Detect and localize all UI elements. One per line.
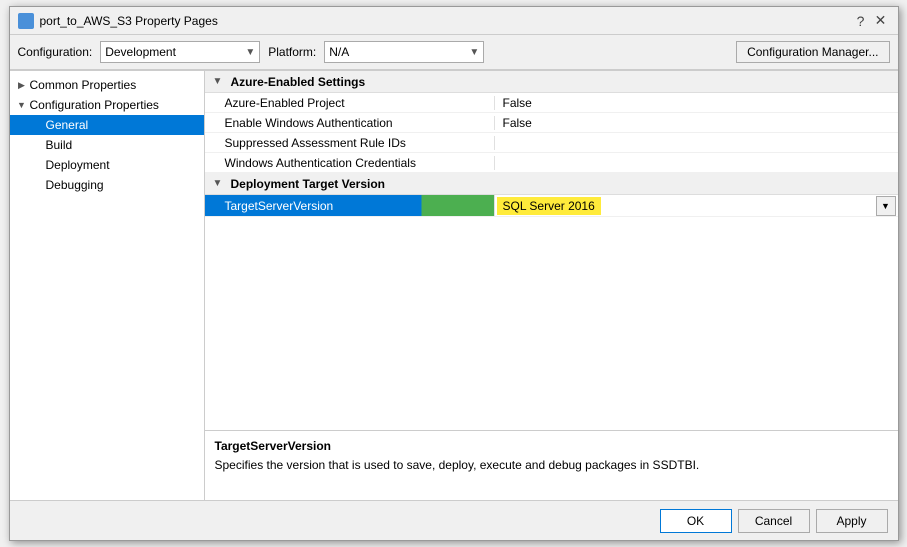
main-content: ▶ Common Properties ▼ Configuration Prop… <box>10 70 898 500</box>
apply-button[interactable]: Apply <box>816 509 888 533</box>
property-name: Suppressed Assessment Rule IDs <box>205 136 495 150</box>
sidebar-item-label: General <box>46 118 200 132</box>
section-expander-icon: ▼ <box>213 178 227 189</box>
target-server-version-label: TargetServerVersion <box>225 199 334 213</box>
sidebar-item-deployment[interactable]: Deployment <box>10 155 204 175</box>
configuration-label: Configuration: <box>18 45 93 59</box>
sidebar-item-label: Common Properties <box>30 78 200 92</box>
sidebar-item-debugging[interactable]: Debugging <box>10 175 204 195</box>
configuration-manager-button[interactable]: Configuration Manager... <box>736 41 889 63</box>
target-version-value-cell: SQL Server 2016 ▼ <box>495 195 898 216</box>
property-row-enable-windows-auth[interactable]: Enable Windows Authentication False <box>205 113 898 133</box>
section-expander-icon: ▼ <box>213 76 227 87</box>
property-value: False <box>495 96 898 110</box>
sidebar-item-general[interactable]: General <box>10 115 204 135</box>
configuration-select[interactable]: Development ▼ <box>100 41 260 63</box>
properties-area: ▼ Azure-Enabled Settings Azure-Enabled P… <box>205 71 898 430</box>
property-name: Enable Windows Authentication <box>205 116 495 130</box>
configuration-arrow: ▼ <box>245 47 255 58</box>
sidebar-item-label: Build <box>46 138 200 152</box>
property-name: Windows Authentication Credentials <box>205 156 495 170</box>
azure-settings-section-header[interactable]: ▼ Azure-Enabled Settings <box>205 71 898 93</box>
target-version-dropdown[interactable]: ▼ <box>876 196 896 216</box>
platform-select[interactable]: N/A ▼ <box>324 41 484 63</box>
info-description: Specifies the version that is used to sa… <box>215 457 888 474</box>
target-server-version-name: TargetServerVersion <box>205 195 495 216</box>
property-row-windows-auth-credentials[interactable]: Windows Authentication Credentials <box>205 153 898 173</box>
property-value: False <box>495 116 898 130</box>
sidebar-item-label: Debugging <box>46 178 200 192</box>
info-title: TargetServerVersion <box>215 439 888 453</box>
expand-icon <box>30 157 46 173</box>
deployment-target-title: Deployment Target Version <box>231 177 385 191</box>
dialog-title: port_to_AWS_S3 Property Pages <box>40 14 218 28</box>
expand-icon <box>30 177 46 193</box>
property-pages-dialog: port_to_AWS_S3 Property Pages ? ✕ Config… <box>9 6 899 541</box>
expand-icon: ▼ <box>14 97 30 113</box>
expand-icon <box>30 137 46 153</box>
help-button[interactable]: ? <box>852 12 870 30</box>
target-server-version-value: SQL Server 2016 <box>497 197 601 215</box>
title-bar-buttons: ? ✕ <box>852 12 890 30</box>
expand-icon: ▶ <box>14 77 30 93</box>
property-row-azure-enabled-project[interactable]: Azure-Enabled Project False <box>205 93 898 113</box>
sidebar-item-common-properties[interactable]: ▶ Common Properties <box>10 75 204 95</box>
platform-arrow: ▼ <box>469 47 479 58</box>
cancel-button[interactable]: Cancel <box>738 509 810 533</box>
platform-value: N/A <box>329 45 349 59</box>
footer: OK Cancel Apply <box>10 500 898 540</box>
ok-button[interactable]: OK <box>660 509 732 533</box>
close-button[interactable]: ✕ <box>872 12 890 30</box>
left-panel: ▶ Common Properties ▼ Configuration Prop… <box>10 71 205 500</box>
right-panel: ▼ Azure-Enabled Settings Azure-Enabled P… <box>205 71 898 500</box>
sidebar-item-label: Configuration Properties <box>30 98 200 112</box>
title-bar-left: port_to_AWS_S3 Property Pages <box>18 13 218 29</box>
platform-label: Platform: <box>268 45 316 59</box>
property-name: Azure-Enabled Project <box>205 96 495 110</box>
property-row-suppressed-assessment[interactable]: Suppressed Assessment Rule IDs <box>205 133 898 153</box>
sidebar-item-configuration-properties[interactable]: ▼ Configuration Properties <box>10 95 204 115</box>
configuration-value: Development <box>105 45 176 59</box>
deployment-target-section-header[interactable]: ▼ Deployment Target Version <box>205 173 898 195</box>
expand-icon <box>30 117 46 133</box>
config-bar: Configuration: Development ▼ Platform: N… <box>10 35 898 70</box>
target-server-version-row[interactable]: TargetServerVersion SQL Server 2016 ▼ <box>205 195 898 217</box>
title-bar: port_to_AWS_S3 Property Pages ? ✕ <box>10 7 898 35</box>
azure-settings-title: Azure-Enabled Settings <box>231 75 366 89</box>
info-panel: TargetServerVersion Specifies the versio… <box>205 430 898 500</box>
sidebar-item-build[interactable]: Build <box>10 135 204 155</box>
sidebar-item-label: Deployment <box>46 158 200 172</box>
dialog-icon <box>18 13 34 29</box>
